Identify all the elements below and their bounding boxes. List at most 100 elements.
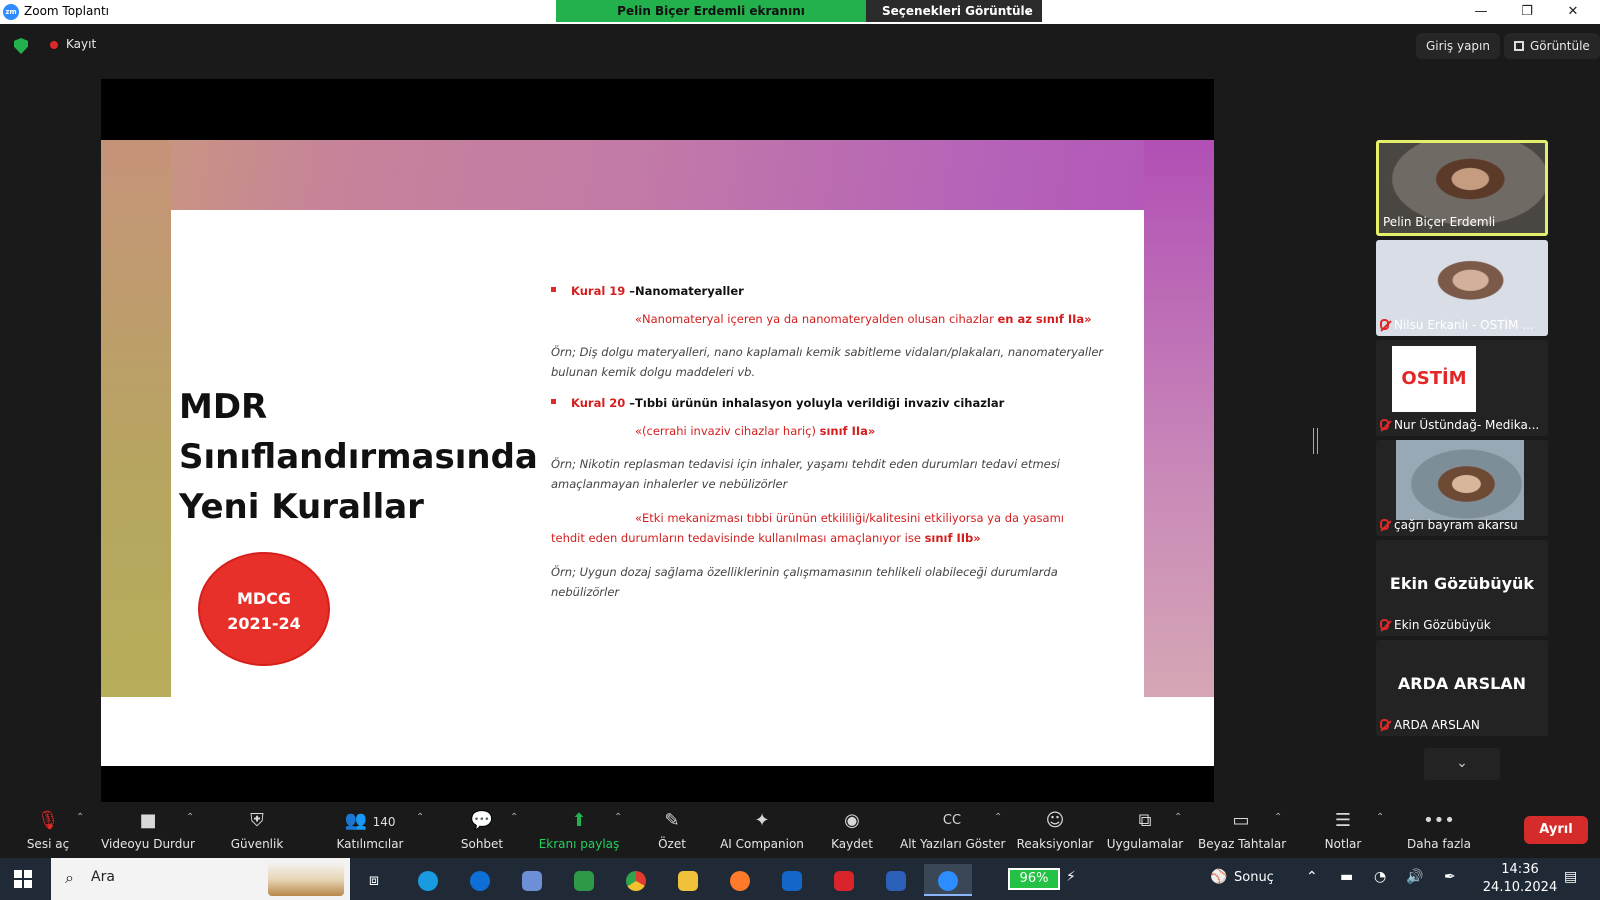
notifications-icon[interactable]: ▤ xyxy=(1564,869,1577,885)
ai-companion-button[interactable]: ✦ AI Companion xyxy=(714,802,810,858)
sparkle-icon: ✦ xyxy=(754,810,770,831)
participant-name-row: Ekin Gözübüyük xyxy=(1380,618,1491,632)
participant-tile[interactable]: Nilsu Erkanlı - OSTİM ... xyxy=(1376,240,1548,336)
apps-button[interactable]: ⧉ Uygulamalar xyxy=(1104,802,1186,858)
security-label: Güvenlik xyxy=(230,837,284,851)
snipping-tool-icon[interactable] xyxy=(512,864,552,896)
participant-tile[interactable]: Pelin Biçer Erdemli xyxy=(1376,140,1548,236)
chat-label: Sohbet xyxy=(460,837,504,851)
stop-video-button[interactable]: ■ Videoyu Durdur xyxy=(100,802,196,858)
unmute-button[interactable]: 🎙 Sesi aç xyxy=(18,802,78,858)
encryption-shield-icon[interactable] xyxy=(14,38,28,54)
chevron-up-icon[interactable]: ⌃ xyxy=(510,812,518,823)
notes-button[interactable]: ☰ Notlar xyxy=(1318,802,1368,858)
close-button[interactable]: ✕ xyxy=(1550,0,1596,24)
summary-button[interactable]: ✎ Özet xyxy=(644,802,700,858)
participant-name: Pelin Biçer Erdemli xyxy=(1383,215,1496,229)
recording-label[interactable]: Kayıt xyxy=(66,37,96,51)
muted-mic-icon xyxy=(1380,719,1389,730)
security-button[interactable]: ⛨ Güvenlik xyxy=(224,802,290,858)
participant-tile[interactable]: Ekin Gözübüyük Ekin Gözübüyük xyxy=(1376,540,1548,636)
slide-title: MDR Sınıflandırmasında Yeni Kurallar xyxy=(179,382,538,532)
rule-20-heading: Kural 20 –Tıbbi ürünün inhalasyon yoluyl… xyxy=(551,396,1111,410)
clock-date[interactable]: 24.10.2024 xyxy=(1480,880,1560,895)
chevron-up-icon[interactable]: ⌃ xyxy=(76,812,84,823)
pen-icon[interactable]: ✒ xyxy=(1444,869,1456,885)
rule-20-class: sınıf IIa» xyxy=(819,424,876,438)
screen-share-banner: Pelin Biçer Erdemli ekranını görüntülüyo… xyxy=(556,0,866,40)
chat-button[interactable]: 💬 Sohbet xyxy=(452,802,512,858)
zoom-app-icon[interactable] xyxy=(924,864,972,896)
chevron-up-icon[interactable]: ⌃ xyxy=(1274,812,1282,823)
captions-label: Alt Yazıları Göster xyxy=(900,837,1006,851)
search-icon: ⌕ xyxy=(65,868,74,887)
participant-tile[interactable]: OSTİM Nur Üstündağ- Medika... xyxy=(1376,340,1548,436)
clock-time[interactable]: 14:36 xyxy=(1490,862,1550,877)
windows-taskbar: ⌕ Ara ⧈ 96% ⚡ ⚾ Sonuç ⌃ ▬ ◔ 🔊 ✒ 14:36 24… xyxy=(0,858,1600,900)
windows-start-icon[interactable] xyxy=(14,870,32,888)
teamviewer-icon[interactable] xyxy=(460,864,500,896)
acrobat-icon[interactable] xyxy=(824,864,864,896)
participant-name: çağrı bayram akarsu xyxy=(1394,518,1518,532)
participant-tile[interactable]: çağrı bayram akarsu xyxy=(1376,440,1548,536)
chevron-up-icon[interactable]: ⌃ xyxy=(614,812,622,823)
whiteboard-icon: ▭ xyxy=(1232,810,1250,831)
task-view-icon[interactable]: ⧈ xyxy=(354,864,394,896)
rule-20-quote-2-line: «Etki mekanizması tıbbi ürünün etkililiğ… xyxy=(635,511,1064,525)
stop-video-label: Videoyu Durdur xyxy=(101,837,195,851)
minimize-button[interactable]: — xyxy=(1458,0,1504,24)
file-explorer-icon[interactable] xyxy=(668,864,708,896)
chevron-up-icon[interactable]: ⌃ xyxy=(1306,869,1318,885)
rule-20-title: –Tıbbi ürünün inhalasyon yoluyla verildi… xyxy=(625,396,1005,410)
ai-companion-label: AI Companion xyxy=(720,837,804,851)
sports-widget-label[interactable]: Sonuç xyxy=(1234,870,1274,885)
participants-label: Katılımcılar xyxy=(336,837,404,851)
view-button[interactable]: Görüntüle xyxy=(1504,33,1600,59)
shield-icon: ⛨ xyxy=(250,810,264,831)
share-screen-button[interactable]: ⬆ Ekranı paylaş xyxy=(536,802,622,858)
whiteboards-button[interactable]: ▭ Beyaz Tahtalar xyxy=(1198,802,1286,858)
word-icon[interactable] xyxy=(876,864,916,896)
chrome-browser-icon[interactable] xyxy=(616,864,656,896)
sports-widget-icon[interactable]: ⚾ xyxy=(1210,869,1227,885)
firefox-browser-icon[interactable] xyxy=(720,864,760,896)
captions-button[interactable]: CC Alt Yazıları Göster xyxy=(900,802,1006,858)
chevron-up-icon[interactable]: ⌃ xyxy=(416,812,424,823)
edge-browser-icon[interactable] xyxy=(408,864,448,896)
participant-tile[interactable]: ARDA ARSLAN ARDA ARSLAN xyxy=(1376,640,1548,736)
rule-19-title: –Nanomateryaller xyxy=(625,284,744,298)
chevron-up-icon[interactable]: ⌃ xyxy=(186,812,194,823)
battery-indicator[interactable]: 96% xyxy=(1008,868,1060,890)
volume-icon[interactable]: 🔊 xyxy=(1406,869,1423,885)
shared-screen: MDR Sınıflandırmasında Yeni Kurallar MDC… xyxy=(101,79,1214,802)
battery-icon[interactable]: ▬ xyxy=(1340,869,1353,885)
taskbar-search[interactable]: ⌕ Ara xyxy=(51,858,350,900)
sign-in-button[interactable]: Giriş yapın xyxy=(1416,33,1500,59)
panel-resize-handle[interactable] xyxy=(1313,428,1318,454)
chevron-up-icon[interactable]: ⌃ xyxy=(1174,812,1182,823)
badge-line: 2021-24 xyxy=(227,614,301,633)
bullet-icon xyxy=(551,399,556,404)
muted-mic-icon xyxy=(1380,519,1389,530)
share-screen-label: Ekranı paylaş xyxy=(538,837,620,851)
rule-19-number: Kural 19 xyxy=(571,284,626,298)
participants-button[interactable]: 👥 140 Katılımcılar xyxy=(330,802,410,858)
participant-name: Nur Üstündağ- Medika... xyxy=(1394,418,1540,432)
window-title-bar: zm Zoom Toplantı Pelin Biçer Erdemli ekr… xyxy=(0,0,1600,40)
reactions-button[interactable]: ☺ Reaksiyonlar xyxy=(1016,802,1094,858)
restore-button[interactable]: ❐ xyxy=(1504,0,1550,24)
view-options-dropdown[interactable]: Seçenekleri Görüntüle ⌄ xyxy=(866,0,1042,22)
leave-button[interactable]: Ayrıl xyxy=(1524,816,1588,844)
outlook-icon[interactable] xyxy=(772,864,812,896)
spreadsheet-app-icon[interactable] xyxy=(564,864,604,896)
meeting-controls: 🎙 Sesi aç ⌃ ■ Videoyu Durdur ⌃ ⛨ Güvenlik 👥… xyxy=(0,802,1600,858)
more-button[interactable]: ••• Daha fazla xyxy=(1404,802,1474,858)
chevron-down-icon[interactable]: ⌄ xyxy=(1424,748,1500,780)
rules-list: Kural 19 –Nanomateryaller «Nanomateryal … xyxy=(551,284,1111,616)
chevron-up-icon[interactable]: ⌃ xyxy=(994,812,1002,823)
participant-display-name: ARDA ARSLAN xyxy=(1397,674,1527,693)
record-button[interactable]: ◉ Kaydet xyxy=(822,802,882,858)
wifi-icon[interactable]: ◔ xyxy=(1374,869,1386,885)
chevron-up-icon[interactable]: ⌃ xyxy=(1376,812,1384,823)
rule-20-example-1: Örn; Nikotin replasman tedavisi için inh… xyxy=(551,457,1060,491)
